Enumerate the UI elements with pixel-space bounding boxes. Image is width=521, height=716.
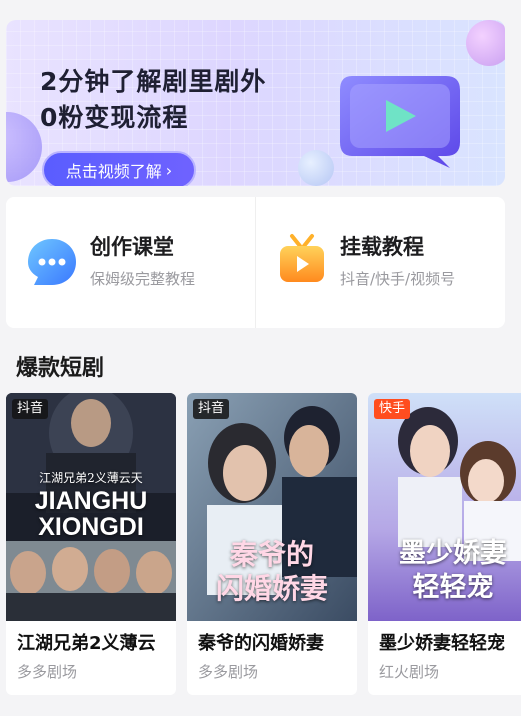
page: 2分钟了解剧里剧外 0粉变现流程 点击视频了解 › 创作课堂 保姆级完整教程 挂… (0, 0, 521, 716)
banner-title: 2分钟了解剧里剧外 0粉变现流程 (40, 64, 310, 136)
chat-bubble-icon (28, 239, 76, 285)
platform-tag: 抖音 (12, 399, 49, 419)
poster-title-line: JIANGHU (34, 487, 148, 515)
drama-card[interactable]: 秦爷的 闪婚娇妻 抖音 秦爷的闪婚娇妻 多多剧场 (187, 393, 357, 695)
drama-poster: 秦爷的 闪婚娇妻 抖音 (187, 393, 357, 621)
drama-poster: 墨少娇妻 轻轻宠 快手 (368, 393, 521, 621)
video-play-icon (340, 76, 460, 168)
poster-title-line: XIONGDI (38, 513, 144, 541)
drama-studio: 多多剧场 (17, 663, 78, 681)
platform-tag: 快手 (374, 399, 411, 419)
tv-play-icon (280, 234, 324, 282)
platform-tag: 抖音 (193, 399, 230, 419)
watch-video-label: 点击视频了解 (65, 162, 162, 181)
chevron-right-icon: › (165, 160, 173, 180)
drama-list: 江湖兄弟2义薄云天 JIANGHU XIONGDI 抖音 江湖兄弟2义薄云 多多… (6, 393, 521, 695)
poster-calligraphy: 江湖兄弟2义薄云天 (39, 471, 143, 485)
drama-title: 江湖兄弟2义薄云 (17, 633, 156, 654)
promo-banner[interactable]: 2分钟了解剧里剧外 0粉变现流程 点击视频了解 › (6, 20, 505, 186)
poster-title-line: 闪婚娇妻 (215, 572, 328, 605)
drama-title: 秦爷的闪婚娇妻 (198, 633, 324, 654)
drama-studio: 红火剧场 (379, 663, 440, 681)
feature-subtitle: 抖音/快手/视频号 (340, 270, 456, 288)
feature-title: 挂载教程 (340, 235, 424, 259)
drama-studio: 多多剧场 (198, 663, 259, 681)
drama-card[interactable]: 江湖兄弟2义薄云天 JIANGHU XIONGDI 抖音 江湖兄弟2义薄云 多多… (6, 393, 176, 695)
drama-poster: 江湖兄弟2义薄云天 JIANGHU XIONGDI 抖音 (6, 393, 176, 621)
feature-creation-class[interactable]: 创作课堂 保姆级完整教程 (6, 197, 255, 328)
poster-title-line: 轻轻宠 (412, 572, 494, 603)
section-title: 爆款短剧 (16, 356, 105, 381)
banner-title-line: 2分钟了解剧里剧外 (40, 67, 267, 96)
feature-panel: 创作课堂 保姆级完整教程 挂载教程 抖音/快手/视频号 (6, 197, 505, 328)
watch-video-button[interactable]: 点击视频了解 › (42, 151, 196, 186)
feature-mount-tutorial[interactable]: 挂载教程 抖音/快手/视频号 (255, 197, 505, 328)
decor-ball (466, 20, 505, 66)
drama-title: 墨少娇妻轻轻宠 (379, 633, 505, 654)
decor-ball (298, 150, 334, 186)
feature-subtitle: 保姆级完整教程 (90, 270, 196, 288)
banner-title-line: 0粉变现流程 (40, 103, 189, 132)
decor-ball (6, 112, 42, 182)
feature-title: 创作课堂 (90, 235, 174, 259)
drama-card[interactable]: 墨少娇妻 轻轻宠 快手 墨少娇妻轻轻宠 红火剧场 (368, 393, 521, 695)
